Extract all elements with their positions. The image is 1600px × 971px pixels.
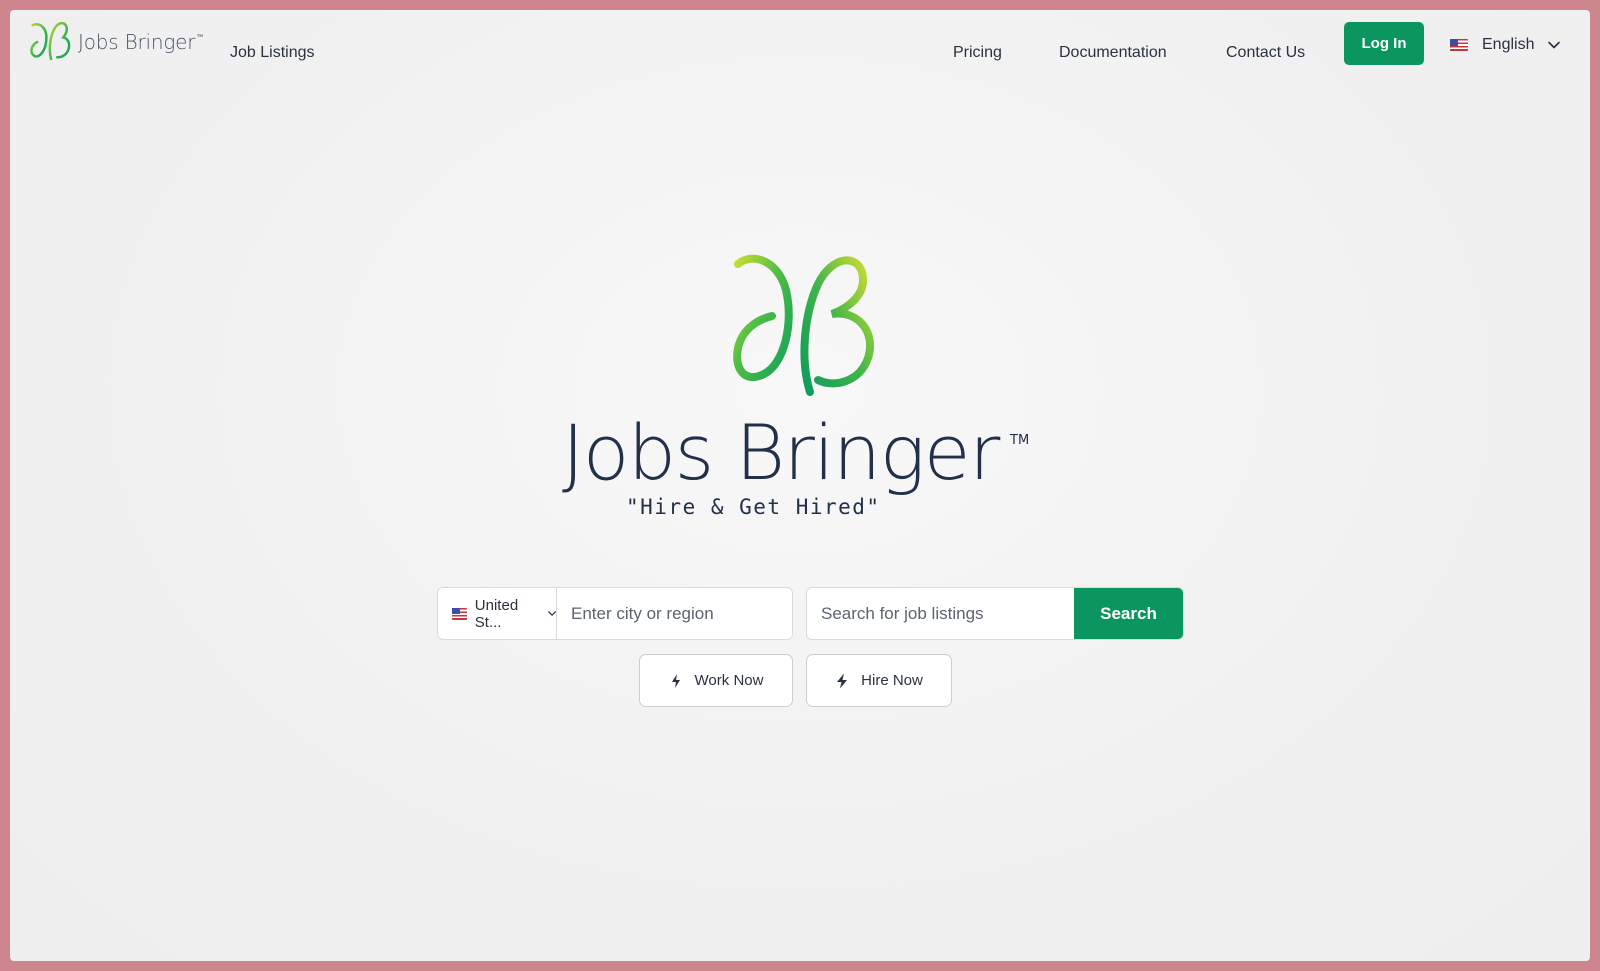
brand-trademark: ™: [196, 34, 204, 41]
nav-contact-us[interactable]: Contact Us: [1226, 44, 1305, 62]
job-search-group: Search: [806, 587, 1184, 640]
nav-pricing[interactable]: Pricing: [953, 44, 1002, 62]
login-button[interactable]: Log In: [1344, 22, 1424, 65]
page: Jobs Bringer ™ Job Listings Pricing Docu…: [10, 10, 1590, 961]
brand-logo-link[interactable]: Jobs Bringer ™: [28, 20, 203, 64]
brand-name: Jobs Bringer: [78, 30, 196, 54]
nav-documentation[interactable]: Documentation: [1059, 44, 1167, 62]
country-select[interactable]: United St...: [438, 588, 557, 639]
hire-now-label: Hire Now: [861, 672, 923, 689]
city-region-input[interactable]: [557, 588, 792, 639]
language-label: English: [1482, 36, 1535, 53]
hero-title: Jobs Bringer: [562, 408, 1000, 497]
search-button[interactable]: Search: [1074, 588, 1183, 639]
us-flag-icon: [452, 607, 467, 620]
us-flag-icon: [1450, 39, 1468, 51]
country-label: United St...: [474, 596, 519, 631]
work-now-button[interactable]: Work Now: [639, 654, 793, 707]
jb-logo-icon: [30, 21, 71, 61]
jb-logo-icon: [733, 254, 875, 396]
lightning-icon: [671, 673, 680, 688]
hire-now-button[interactable]: Hire Now: [806, 654, 952, 707]
hero-tagline: "Hire & Get Hired": [626, 495, 881, 519]
nav-job-listings[interactable]: Job Listings: [230, 44, 315, 62]
chevron-down-icon: [547, 611, 556, 616]
chevron-down-icon: [1548, 41, 1561, 49]
work-now-label: Work Now: [694, 672, 764, 689]
job-search-input[interactable]: [807, 588, 1074, 639]
language-selector[interactable]: English: [1450, 34, 1561, 56]
hero-trademark: TM: [1010, 433, 1030, 448]
location-group: United St...: [437, 587, 793, 640]
top-navigation: Jobs Bringer ™ Job Listings Pricing Docu…: [10, 10, 1590, 98]
lightning-icon: [837, 673, 848, 688]
